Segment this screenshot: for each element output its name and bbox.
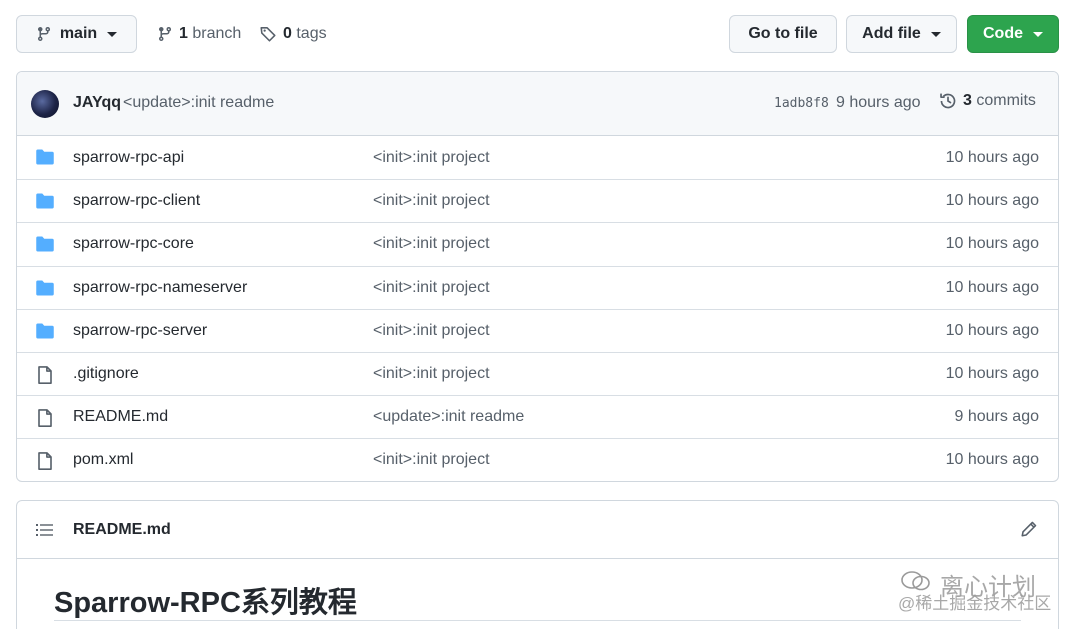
git-branch-icon bbox=[37, 26, 50, 42]
code-label: Code bbox=[983, 25, 1023, 42]
file-commit-time: 10 hours ago bbox=[945, 235, 1039, 253]
readme-heading: Sparrow-RPC系列教程 bbox=[54, 587, 357, 619]
file-name-link[interactable]: pom.xml bbox=[73, 451, 133, 469]
file-rows: sparrow-rpc-api <init>:init project 10 hou… bbox=[17, 136, 1058, 481]
tags-link[interactable]: 0 tags bbox=[259, 15, 327, 53]
file-row[interactable]: .gitignore <init>:init project 10 hours ag… bbox=[17, 351, 1058, 395]
folder-icon bbox=[35, 192, 55, 210]
branches-count: 1 bbox=[179, 25, 188, 42]
file-icon bbox=[35, 365, 55, 384]
file-icon bbox=[35, 408, 55, 428]
go-to-file-button[interactable]: Go to file bbox=[729, 15, 837, 53]
tags-count: 0 bbox=[283, 25, 292, 42]
file-commit-time: 9 hours ago bbox=[954, 408, 1039, 426]
commit-time: 9 hours ago bbox=[836, 94, 921, 111]
file-commit-message[interactable]: <init>:init project bbox=[373, 322, 490, 340]
avatar[interactable] bbox=[31, 90, 59, 118]
file-list-box: JAYqq <update>:init readme 1adb8f8 9 hou… bbox=[16, 71, 1059, 482]
file-row[interactable]: pom.xml <init>:init project 10 hours ago bbox=[17, 438, 1058, 481]
git-branch-icon bbox=[159, 26, 171, 42]
caret-down-icon bbox=[930, 31, 941, 37]
list-unordered-icon[interactable] bbox=[36, 522, 54, 538]
file-commit-message[interactable]: <init>:init project bbox=[373, 451, 490, 469]
file-name-link[interactable]: sparrow-rpc-client bbox=[73, 192, 200, 210]
folder-icon bbox=[35, 235, 55, 253]
file-commit-message[interactable]: <init>:init project bbox=[373, 279, 490, 297]
folder-icon bbox=[35, 148, 55, 166]
file-row[interactable]: sparrow-rpc-api <init>:init project 10 hou… bbox=[17, 136, 1058, 179]
file-row[interactable]: sparrow-rpc-nameserver <init>:init projec… bbox=[17, 265, 1058, 309]
latest-commit-bar: JAYqq <update>:init readme 1adb8f8 9 hou… bbox=[17, 72, 1058, 136]
branch-name: main bbox=[59, 25, 98, 42]
tag-icon bbox=[260, 27, 276, 42]
code-button[interactable]: Code bbox=[967, 15, 1059, 53]
go-to-file-label: Go to file bbox=[748, 25, 818, 42]
branches-link[interactable]: 1 branch bbox=[157, 15, 241, 53]
file-commit-time: 10 hours ago bbox=[945, 148, 1039, 166]
add-file-button[interactable]: Add file bbox=[846, 15, 957, 53]
branches-label: branch bbox=[192, 25, 242, 42]
caret-down-icon bbox=[107, 31, 118, 37]
commits-label: commits bbox=[976, 92, 1036, 109]
file-commit-message[interactable]: <init>:init project bbox=[373, 149, 490, 167]
caret-down-icon bbox=[1033, 31, 1043, 37]
watermark-subtitle: @稀土掘金技术社区 bbox=[898, 594, 1052, 613]
file-name-link[interactable]: sparrow-rpc-server bbox=[73, 322, 207, 340]
pencil-icon[interactable] bbox=[1020, 520, 1038, 538]
commit-sha[interactable]: 1adb8f8 bbox=[774, 96, 829, 111]
file-name-link[interactable]: README.md bbox=[73, 408, 168, 426]
file-commit-time: 10 hours ago bbox=[945, 365, 1039, 383]
tags-label: tags bbox=[296, 25, 327, 42]
file-name-link[interactable]: sparrow-rpc-api bbox=[73, 149, 184, 167]
history-icon bbox=[940, 93, 956, 109]
commits-link[interactable]: 3 commits bbox=[939, 92, 1036, 110]
file-commit-message[interactable]: <update>:init readme bbox=[373, 408, 524, 426]
folder-icon bbox=[35, 279, 55, 297]
file-row[interactable]: README.md <update>:init readme 9 hours ago bbox=[17, 395, 1058, 438]
readme-filename[interactable]: README.md bbox=[73, 521, 171, 539]
file-commit-message[interactable]: <init>:init project bbox=[373, 235, 490, 253]
file-commit-time: 10 hours ago bbox=[945, 321, 1039, 339]
commit-author[interactable]: JAYqq bbox=[73, 94, 121, 112]
file-row[interactable]: sparrow-rpc-client <init>:init project 10 … bbox=[17, 179, 1058, 222]
commit-message[interactable]: <update>:init readme bbox=[123, 94, 274, 112]
repo-toolbar: main 1 branch 0 tags Go to file Add file… bbox=[16, 15, 1059, 53]
file-commit-message[interactable]: <init>:init project bbox=[373, 192, 490, 210]
file-icon bbox=[35, 451, 55, 471]
branch-select-button[interactable]: main bbox=[16, 15, 137, 53]
commits-count: 3 bbox=[963, 92, 972, 109]
file-commit-time: 10 hours ago bbox=[945, 192, 1039, 210]
file-commit-time: 10 hours ago bbox=[945, 278, 1039, 296]
file-name-link[interactable]: sparrow-rpc-nameserver bbox=[73, 279, 247, 297]
file-name-link[interactable]: .gitignore bbox=[73, 365, 139, 383]
file-commit-message[interactable]: <init>:init project bbox=[373, 365, 490, 383]
file-name-link[interactable]: sparrow-rpc-core bbox=[73, 235, 194, 253]
add-file-label: Add file bbox=[862, 25, 921, 42]
readme-header: README.md bbox=[17, 501, 1058, 559]
heading-divider bbox=[54, 620, 1021, 621]
file-row[interactable]: sparrow-rpc-server <init>:init project 10 … bbox=[17, 308, 1058, 352]
file-commit-time: 10 hours ago bbox=[945, 451, 1039, 469]
folder-icon bbox=[35, 322, 55, 340]
file-row[interactable]: sparrow-rpc-core <init>:init project 10 ho… bbox=[17, 222, 1058, 265]
